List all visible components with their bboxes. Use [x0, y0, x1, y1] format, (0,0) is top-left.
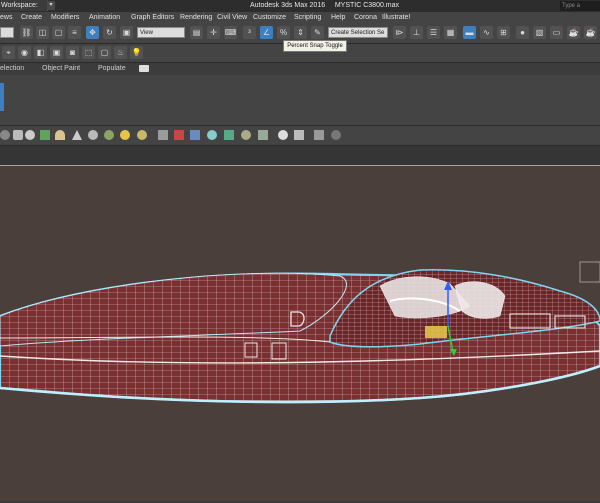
align-icon[interactable]: ⊥ [410, 26, 423, 39]
help-icon[interactable] [331, 130, 341, 140]
curve-editor-icon[interactable]: ∿ [480, 26, 493, 39]
unlink-icon[interactable]: ◫ [36, 26, 49, 39]
tool-icon[interactable] [13, 130, 23, 140]
select-object-icon[interactable]: ▢ [52, 26, 65, 39]
render-icon[interactable]: ▣ [50, 46, 63, 59]
layer-manager-icon[interactable]: ◧ [34, 46, 47, 59]
select-by-name-icon[interactable]: ≡ [68, 26, 81, 39]
ribbon-panel [0, 75, 600, 126]
sphere-icon[interactable] [25, 130, 35, 140]
snaps-toggle-icon[interactable]: ³ [243, 26, 256, 39]
teapot-icon[interactable]: ♨ [114, 46, 127, 59]
percent-snap-tooltip: Percent Snap Toggle [283, 40, 347, 52]
selection-filter-dropdown[interactable] [0, 27, 14, 38]
pivot-center-icon[interactable]: ▤ [190, 26, 203, 39]
bone-icon[interactable] [174, 130, 184, 140]
tab-populate[interactable]: Populate [98, 63, 126, 75]
sun-icon[interactable] [120, 130, 130, 140]
menu-scripting[interactable]: Scripting [294, 12, 321, 23]
cone-icon[interactable] [72, 130, 82, 140]
tab-object-paint[interactable]: Object Paint [42, 63, 80, 75]
foliage-icon[interactable] [224, 130, 234, 140]
hair-icon[interactable] [258, 130, 268, 140]
select-manipulate-icon[interactable]: ✛ [207, 26, 220, 39]
helper-icon[interactable] [190, 130, 200, 140]
menu-civil-view[interactable]: Civil View [217, 12, 247, 23]
viewport-header [0, 146, 600, 165]
list-icon[interactable] [314, 130, 324, 140]
particle-icon[interactable] [241, 130, 251, 140]
render-setup-icon[interactable]: ▧ [533, 26, 546, 39]
workspace-dropdown-arrow[interactable]: ▾ [47, 1, 55, 10]
perspective-viewport[interactable] [0, 165, 600, 501]
select-scale-icon[interactable]: ▣ [120, 26, 133, 39]
menu-corona[interactable]: Corona [354, 12, 377, 23]
ribbon-toggle-icon[interactable]: ▬ [463, 26, 476, 39]
angle-snap-icon[interactable]: ∠ [260, 26, 273, 39]
rendered-frame-window-icon[interactable]: ▭ [550, 26, 563, 39]
menu-rendering[interactable]: Rendering [180, 12, 212, 23]
search-input[interactable]: Type a keyword [560, 1, 600, 19]
menu-illustrate[interactable]: Illustrate! [382, 12, 410, 23]
reference-coordinate-value: View [140, 30, 153, 36]
schematic-view-icon[interactable]: ⊞ [497, 26, 510, 39]
wire-corner [579, 261, 600, 283]
select-move-icon[interactable]: ✥ [86, 26, 99, 39]
edit-named-selection-icon[interactable]: ✎ [311, 26, 324, 39]
named-selection-placeholder: Create Selection Se [331, 30, 385, 36]
boat-wireframe-model [0, 261, 600, 404]
workspace-selector[interactable]: Workspace: Default [0, 0, 48, 20]
ribbon-options-icon[interactable] [139, 65, 149, 72]
tab-selection[interactable]: election [0, 63, 24, 75]
dome-light-icon[interactable] [55, 130, 65, 140]
ribbon-panel-handle[interactable] [0, 83, 4, 111]
shape-icon[interactable] [0, 130, 10, 140]
file-name: MYSTIC C3800.max [334, 2, 400, 9]
render-production-icon[interactable]: ☕ [567, 26, 580, 39]
toggle-scene-explorer-icon[interactable]: ▦ [444, 26, 457, 39]
select-rotate-icon[interactable]: ↻ [103, 26, 116, 39]
menu-graph-editors[interactable]: Graph Editors [131, 12, 174, 23]
menu-views[interactable]: ews [0, 12, 12, 23]
named-selection-sets-dropdown[interactable]: Create Selection Se [328, 27, 388, 38]
scene-states-icon[interactable]: ◉ [18, 46, 31, 59]
light-bulb-icon[interactable]: 💡 [130, 46, 143, 59]
display-icon[interactable]: ⬚ [82, 46, 95, 59]
menu-animation[interactable]: Animation [89, 12, 120, 23]
menu-customize[interactable]: Customize [253, 12, 286, 23]
box-icon[interactable] [40, 130, 50, 140]
plant-icon[interactable] [104, 130, 114, 140]
menu-help[interactable]: Help [331, 12, 345, 23]
checker-icon[interactable] [294, 130, 304, 140]
camera-icon[interactable]: ◙ [66, 46, 79, 59]
render-iterative-icon[interactable]: ☕ [584, 26, 597, 39]
menu-create[interactable]: Create [21, 12, 42, 23]
ring-icon[interactable] [137, 130, 147, 140]
reference-coordinate-dropdown[interactable]: View [137, 27, 185, 38]
material-editor-icon[interactable]: ● [516, 26, 529, 39]
video-post-icon[interactable]: ▢ [98, 46, 111, 59]
mirror-icon[interactable]: ⧐ [393, 26, 406, 39]
layer-explorer-icon[interactable]: ☰ [427, 26, 440, 39]
percent-snap-toggle-icon[interactable]: % [277, 26, 290, 39]
link-icon[interactable]: ⌖ [2, 46, 15, 59]
material-sphere-icon[interactable] [278, 130, 288, 140]
spinner-snap-icon[interactable]: ⇕ [294, 26, 307, 39]
keyboard-shortcut-icon[interactable]: ⌨ [224, 26, 237, 39]
window-title: Autodesk 3ds Max 2016 MYSTIC C3800.max [250, 0, 430, 12]
bowl-icon[interactable] [88, 130, 98, 140]
console-box [425, 326, 447, 338]
app-title: Autodesk 3ds Max 2016 [250, 2, 326, 9]
grid-icon[interactable] [158, 130, 168, 140]
menu-modifiers[interactable]: Modifiers [51, 12, 79, 23]
select-link-icon[interactable]: ⛓ [20, 26, 33, 39]
globe-icon[interactable] [207, 130, 217, 140]
viewport-toolbar [0, 126, 600, 146]
